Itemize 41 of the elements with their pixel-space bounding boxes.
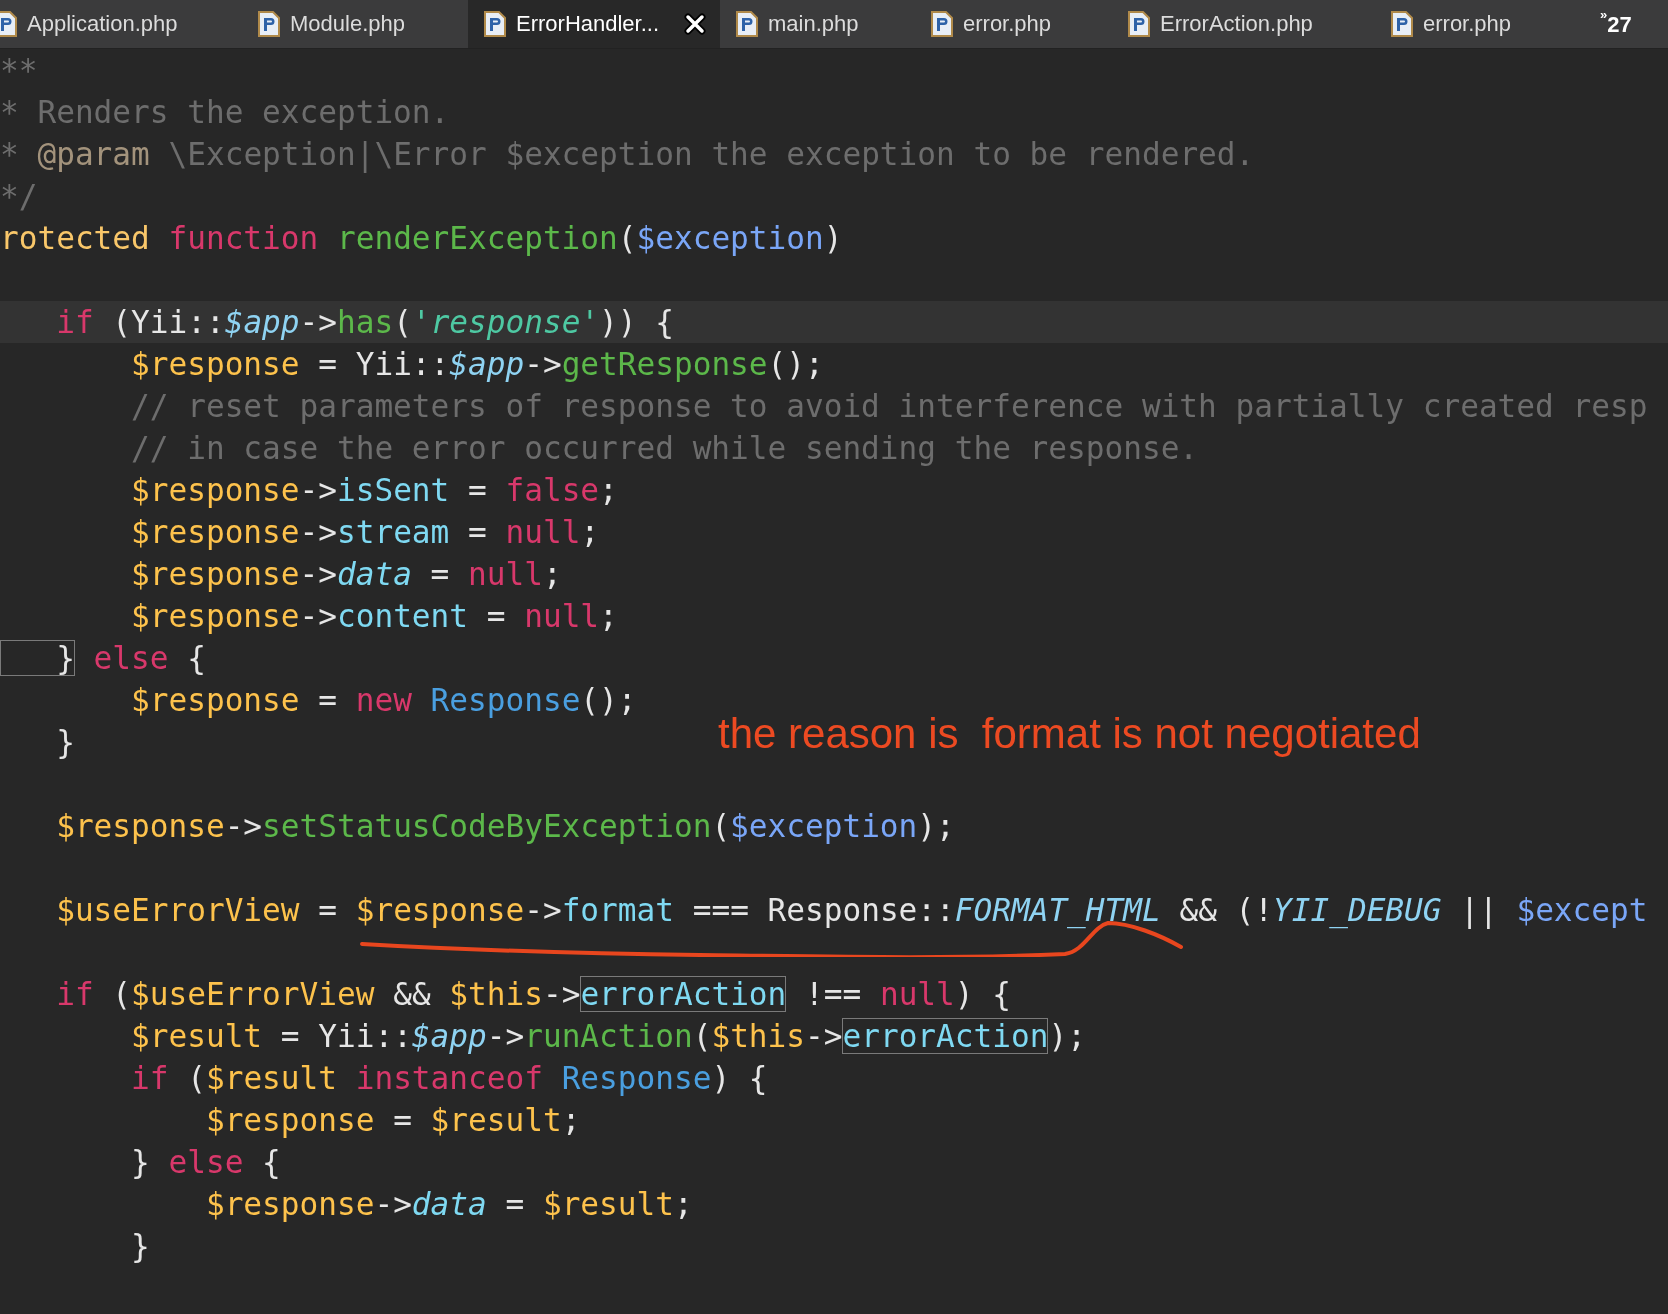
- code-line: $response = $result;: [204, 1101, 581, 1140]
- code-line: $response->isSent = false;: [130, 471, 618, 510]
- code-line: }: [55, 723, 75, 762]
- tab-overflow-button[interactable]: »27: [1600, 0, 1632, 48]
- code-line: $response->stream = null;: [130, 513, 600, 552]
- file-icon: [1128, 11, 1150, 37]
- annotation-note: the reason is format is not negotiated: [718, 710, 1421, 758]
- close-icon[interactable]: [684, 13, 706, 35]
- code-line: **: [0, 51, 38, 90]
- code-line: if ($useErrorView && $this->errorAction !== null) {: [55, 975, 1011, 1014]
- code-line: */: [0, 177, 38, 216]
- editor-tab[interactable]: ErrorHandler...: [468, 0, 720, 48]
- code-line: $response->data = null;: [130, 555, 562, 594]
- code-line: if ($result instanceof Response) {: [130, 1059, 768, 1098]
- code-line: $response = Yii::$app->getResponse();: [130, 345, 824, 384]
- code-line: } else {: [130, 1143, 281, 1182]
- file-icon: [484, 11, 506, 37]
- editor-tab[interactable]: Module.php: [242, 0, 468, 48]
- code-line: $response->setStatusCodeByException($exception);: [55, 807, 955, 846]
- code-line: // reset parameters of response to avoid interference with partially created resp: [130, 387, 1648, 426]
- code-line: $response = new Response();: [130, 681, 637, 720]
- editor-tab[interactable]: error.php: [915, 0, 1112, 48]
- file-icon: [736, 11, 758, 37]
- code-line: * Renders the exception.: [0, 93, 450, 132]
- file-icon: [1391, 11, 1413, 37]
- editor-tab[interactable]: Application.php: [0, 0, 242, 48]
- file-icon: [258, 11, 280, 37]
- code-line: // in case the error occurred while sending the response.: [130, 429, 1199, 468]
- code-line: $useErrorView = $response->format === Response::FORMAT_HTML && (!YII_DEBUG || $except: [55, 891, 1648, 931]
- code-line: $response->data = $result;: [204, 1185, 693, 1224]
- code-line: * @param \Exception|\Error $exception the exception to be rendered.: [0, 135, 1255, 175]
- file-icon: [931, 11, 953, 37]
- file-icon: [0, 11, 17, 37]
- code-line: } else {: [0, 637, 206, 679]
- editor-tab[interactable]: main.php: [720, 0, 915, 48]
- code-line: rotected function renderException($exception): [0, 219, 843, 258]
- editor-tab[interactable]: error.php: [1375, 0, 1580, 48]
- editor-tab[interactable]: ErrorAction.php: [1112, 0, 1375, 48]
- code-line: $response->content = null;: [130, 597, 618, 636]
- code-line: }: [130, 1227, 150, 1266]
- code-line: $result = Yii::$app->runAction($this->errorAction);: [130, 1017, 1086, 1056]
